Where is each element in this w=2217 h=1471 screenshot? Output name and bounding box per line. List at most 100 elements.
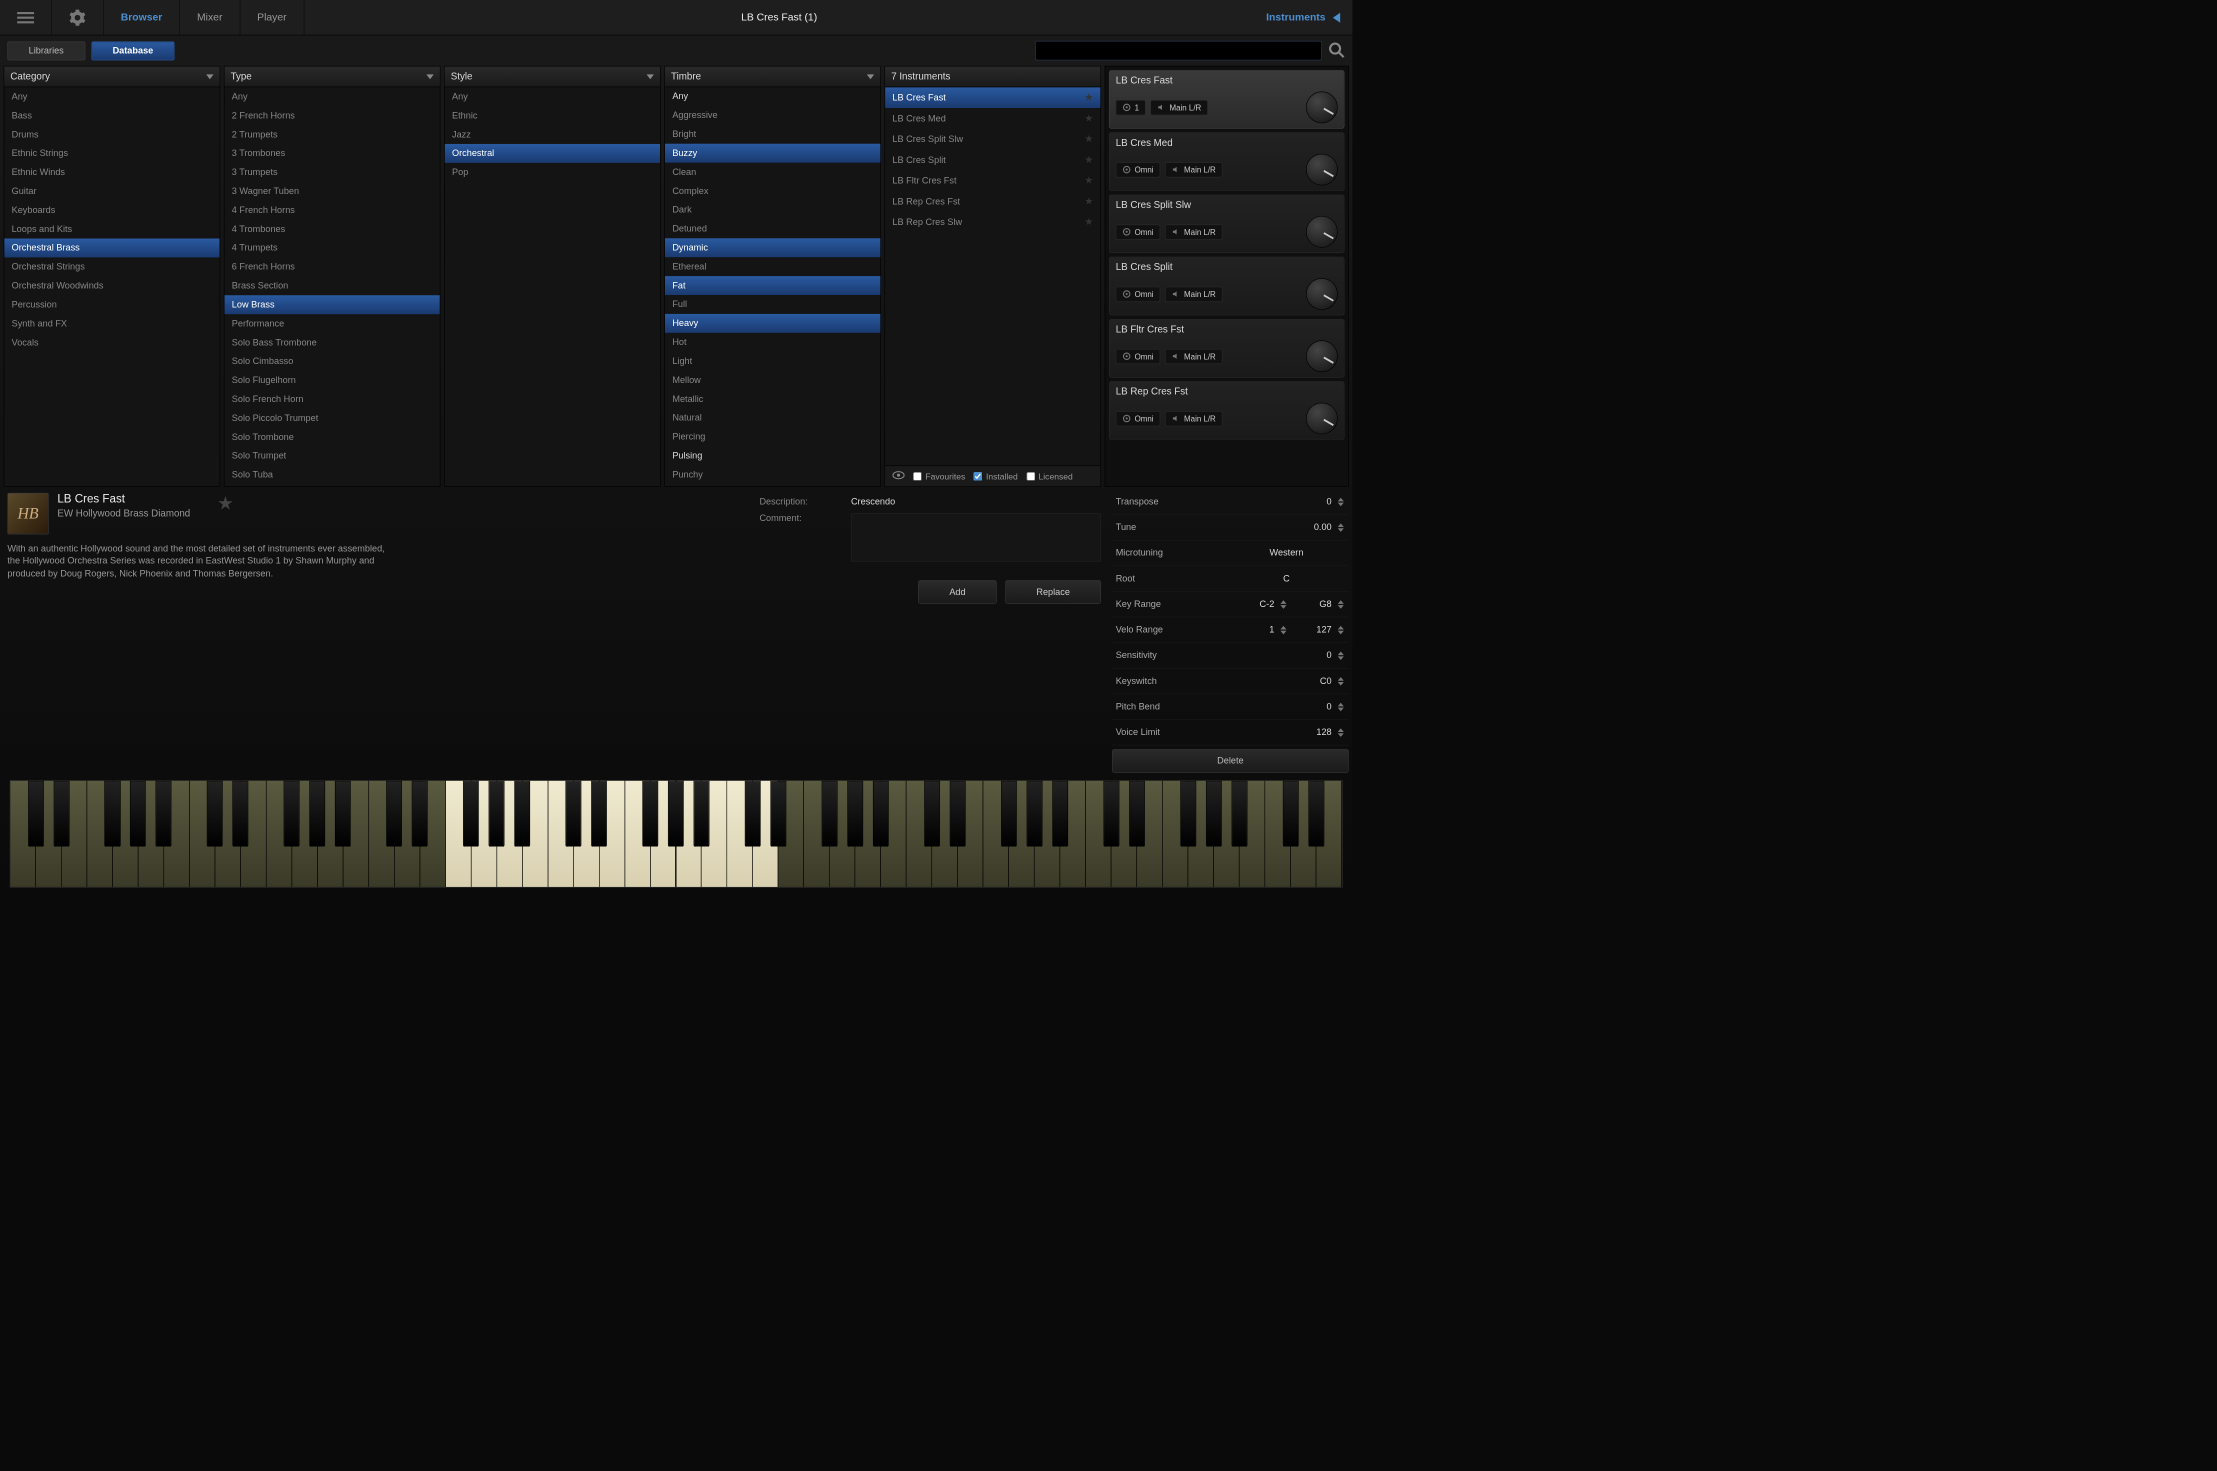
black-key[interactable] [233,781,249,847]
filter-item[interactable]: Dark [665,201,880,220]
filter-item[interactable]: 6 French Horns [224,257,439,276]
slot-channel[interactable]: Omni [1116,411,1161,426]
black-key[interactable] [1231,781,1247,847]
filter-item[interactable]: Orchestral Brass [4,239,219,258]
filter-item[interactable]: Performance [224,314,439,333]
result-item[interactable]: LB Cres Split Slw★ [885,129,1100,150]
instrument-slot[interactable]: LB Cres Fast1Main L/R [1109,70,1344,129]
filter-item[interactable]: 2 Trumpets [224,125,439,144]
volume-knob[interactable] [1306,403,1338,435]
filter-item[interactable]: Solo Trombone [224,428,439,447]
result-item[interactable]: LB Cres Med★ [885,108,1100,129]
spinner[interactable] [1338,523,1349,532]
filter-item[interactable]: Punchy [665,465,880,484]
filter-item[interactable]: Brass Section [224,276,439,295]
filter-installed[interactable]: Installed [974,471,1018,481]
tab-browser[interactable]: Browser [104,0,180,35]
star-icon[interactable]: ★ [1084,154,1093,166]
filter-item[interactable]: Ethnic Strings [4,144,219,163]
black-key[interactable] [566,781,582,847]
filter-item[interactable]: Solo Tuba [224,465,439,484]
filter-item[interactable]: Ethnic [445,106,660,125]
black-key[interactable] [514,781,530,847]
eye-icon[interactable] [892,471,904,481]
slot-output[interactable]: Main L/R [1165,411,1222,426]
filter-item[interactable]: Solo Flugelhorn [224,371,439,390]
filter-item[interactable]: Any [4,87,219,106]
filter-item[interactable]: Orchestral Woodwinds [4,276,219,295]
param-value[interactable]: C0 [1273,676,1334,686]
filter-item[interactable]: Jazz [445,125,660,144]
slot-channel[interactable]: Omni [1116,349,1161,364]
filter-item[interactable]: Detuned [665,220,880,239]
param-value[interactable]: 0 [1273,650,1334,660]
param-value[interactable]: 128 [1273,727,1334,737]
param-value[interactable]: 0 [1273,497,1334,507]
black-key[interactable] [207,781,223,847]
filter-item[interactable]: Mellow [665,371,880,390]
black-key[interactable] [130,781,146,847]
result-item[interactable]: LB Rep Cres Fst★ [885,191,1100,212]
filter-item[interactable]: Full [665,295,880,314]
filter-item[interactable]: 4 French Horns [224,201,439,220]
search-icon[interactable] [1328,41,1345,60]
param-value[interactable]: C [1227,573,1349,583]
filter-item[interactable]: Orchestral Strings [4,257,219,276]
black-key[interactable] [335,781,351,847]
filter-item[interactable]: Any [665,87,880,106]
filter-item[interactable]: Pop [445,163,660,182]
add-button[interactable]: Add [918,580,997,604]
black-key[interactable] [386,781,402,847]
filter-item[interactable]: Solo French Horn [224,390,439,409]
filter-item[interactable]: Any [445,87,660,106]
spinner[interactable] [1280,626,1291,635]
filter-item[interactable]: Clean [665,163,880,182]
black-key[interactable] [1308,781,1324,847]
filter-item[interactable]: Metallic [665,390,880,409]
comment-input[interactable] [851,513,1101,562]
column-header-category[interactable]: Category [4,66,219,87]
filter-item[interactable]: Drums [4,125,219,144]
black-key[interactable] [1052,781,1068,847]
param-value[interactable]: 0.00 [1273,522,1334,532]
column-header-type[interactable]: Type [224,66,439,87]
result-item[interactable]: LB Cres Fast★ [885,87,1100,108]
black-key[interactable] [1001,781,1017,847]
black-key[interactable] [950,781,966,847]
filter-item[interactable]: Bright [665,125,880,144]
filter-item[interactable]: Loops and Kits [4,220,219,239]
gear-icon[interactable] [52,0,104,35]
black-key[interactable] [591,781,607,847]
black-key[interactable] [1180,781,1196,847]
slot-output[interactable]: Main L/R [1165,224,1222,239]
virtual-keyboard[interactable] [0,775,1352,897]
tab-player[interactable]: Player [240,0,304,35]
black-key[interactable] [822,781,838,847]
filter-item[interactable]: Solo Cimbasso [224,352,439,371]
slot-channel[interactable]: 1 [1116,100,1146,115]
spinner[interactable] [1338,497,1349,506]
filter-item[interactable]: Pulsing [665,447,880,466]
star-icon[interactable]: ★ [1084,216,1093,228]
filter-item[interactable]: Guitar [4,182,219,201]
search-input[interactable] [1035,41,1322,61]
filter-item[interactable]: Orchestral [445,144,660,163]
filter-item[interactable]: Fat [665,276,880,295]
black-key[interactable] [284,781,300,847]
slot-output[interactable]: Main L/R [1165,286,1222,301]
filter-item[interactable]: Synth and FX [4,314,219,333]
filter-item[interactable]: Buzzy [665,144,880,163]
volume-knob[interactable] [1306,92,1338,124]
volume-knob[interactable] [1306,154,1338,186]
filter-item[interactable]: Light [665,352,880,371]
black-key[interactable] [1283,781,1299,847]
instrument-slot[interactable]: LB Cres MedOmniMain L/R [1109,132,1344,191]
filter-item[interactable]: Complex [665,182,880,201]
instrument-slot[interactable]: LB Cres Split SlwOmniMain L/R [1109,195,1344,254]
star-icon[interactable]: ★ [1084,195,1093,207]
column-header-style[interactable]: Style [445,66,660,87]
slot-channel[interactable]: Omni [1116,162,1161,177]
star-icon[interactable]: ★ [1084,133,1093,145]
result-item[interactable]: LB Rep Cres Slw★ [885,212,1100,233]
filter-item[interactable]: Solo Bass Trombone [224,333,439,352]
